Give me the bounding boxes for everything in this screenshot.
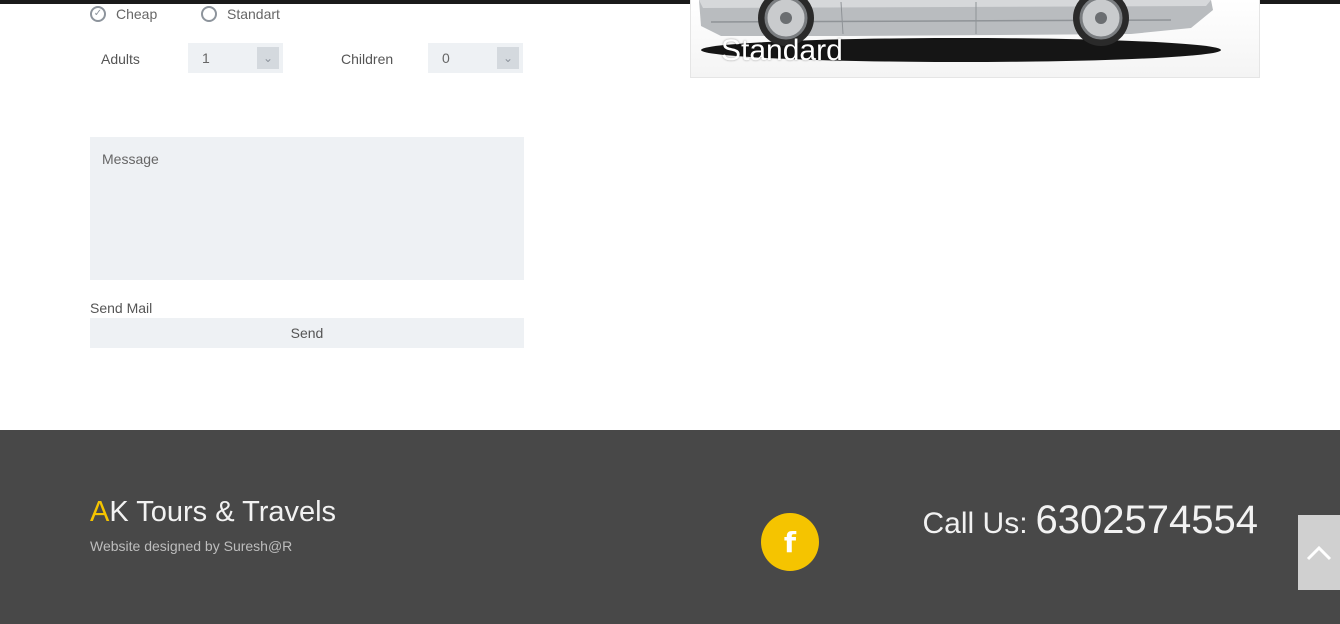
send-button[interactable]: Send	[90, 318, 524, 348]
message-textarea[interactable]	[90, 137, 524, 280]
footer-brand: AK Tours & Travels	[90, 496, 336, 529]
chevron-down-icon: ⌄	[497, 47, 519, 69]
facebook-icon[interactable]: f	[761, 513, 819, 571]
back-to-top-button[interactable]	[1298, 515, 1340, 590]
radio-standart[interactable]: Standart	[201, 4, 280, 24]
radio-standart-label: Standart	[227, 6, 280, 22]
radio-checked-icon: ✓	[90, 6, 106, 22]
phone-number[interactable]: 6302574554	[1036, 498, 1258, 542]
send-mail-label: Send Mail	[90, 300, 153, 316]
adults-value: 1	[202, 50, 210, 66]
call-label: Call Us:	[922, 507, 1028, 540]
car-card-title: Standard	[721, 34, 843, 67]
radio-cheap-label: Cheap	[116, 6, 158, 22]
brand-initial: A	[90, 496, 110, 528]
radio-unchecked-icon	[201, 6, 217, 22]
children-select[interactable]: 0 ⌄	[428, 43, 523, 73]
chevron-down-icon: ⌄	[257, 47, 279, 69]
footer: AK Tours & Travels Website designed by S…	[0, 430, 1340, 624]
facebook-glyph: f	[783, 525, 797, 559]
adults-select[interactable]: 1 ⌄	[188, 43, 283, 73]
brand-name: K Tours & Travels	[109, 496, 337, 528]
car-card-standard[interactable]: Standard	[690, 0, 1260, 78]
footer-call: Call Us: 6302574554	[923, 498, 1258, 543]
children-value: 0	[442, 50, 450, 66]
children-label: Children	[341, 51, 394, 67]
chevron-up-icon	[1306, 545, 1332, 560]
footer-credit: Website designed by Suresh@R	[90, 538, 293, 554]
radio-cheap[interactable]: ✓ Cheap	[90, 4, 157, 24]
adults-label: Adults	[101, 51, 140, 67]
